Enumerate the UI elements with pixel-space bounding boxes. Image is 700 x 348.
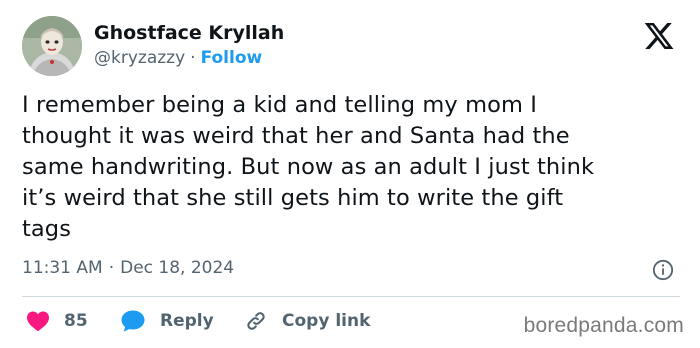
timestamp-separator: ·: [108, 258, 115, 278]
tweet-line: I remember being a kid and telling my mo…: [22, 92, 537, 118]
speech-bubble-icon: [121, 310, 145, 332]
info-icon[interactable]: [652, 259, 674, 281]
divider: [22, 296, 680, 297]
author-handle-row: @kryzazzy · Follow: [94, 48, 262, 68]
follow-button[interactable]: Follow: [201, 48, 263, 68]
like-count: 85: [64, 311, 88, 331]
link-icon: [247, 312, 265, 330]
avatar-image: [22, 16, 82, 76]
copy-link-button[interactable]: Copy link: [244, 308, 370, 334]
tweet-line: same handwriting. But now as an adult I …: [22, 154, 595, 180]
author-handle[interactable]: @kryzazzy: [94, 48, 185, 68]
reply-button[interactable]: Reply: [120, 308, 214, 334]
x-logo-icon[interactable]: [642, 20, 676, 52]
author-name[interactable]: Ghostface Kryllah: [94, 22, 284, 44]
avatar[interactable]: [22, 16, 82, 76]
tweet-timestamp[interactable]: 11:31 AM · Dec 18, 2024: [22, 258, 234, 278]
tweet-line: it’s weird that she still gets him to wr…: [22, 185, 564, 211]
tweet-line: tags: [22, 216, 72, 242]
copy-link-label: Copy link: [282, 311, 371, 331]
like-button[interactable]: 85: [26, 308, 88, 334]
heart-icon: [27, 311, 49, 332]
tweet-text: I remember being a kid and telling my mo…: [22, 90, 682, 245]
tweet-date: Dec 18, 2024: [120, 258, 235, 278]
handle-separator: ·: [190, 48, 196, 68]
tweet-time: 11:31 AM: [22, 258, 103, 278]
reply-label: Reply: [160, 311, 214, 331]
tweet-line: thought it was weird that her and Santa …: [22, 123, 570, 149]
watermark: boredpanda.com: [523, 314, 684, 337]
